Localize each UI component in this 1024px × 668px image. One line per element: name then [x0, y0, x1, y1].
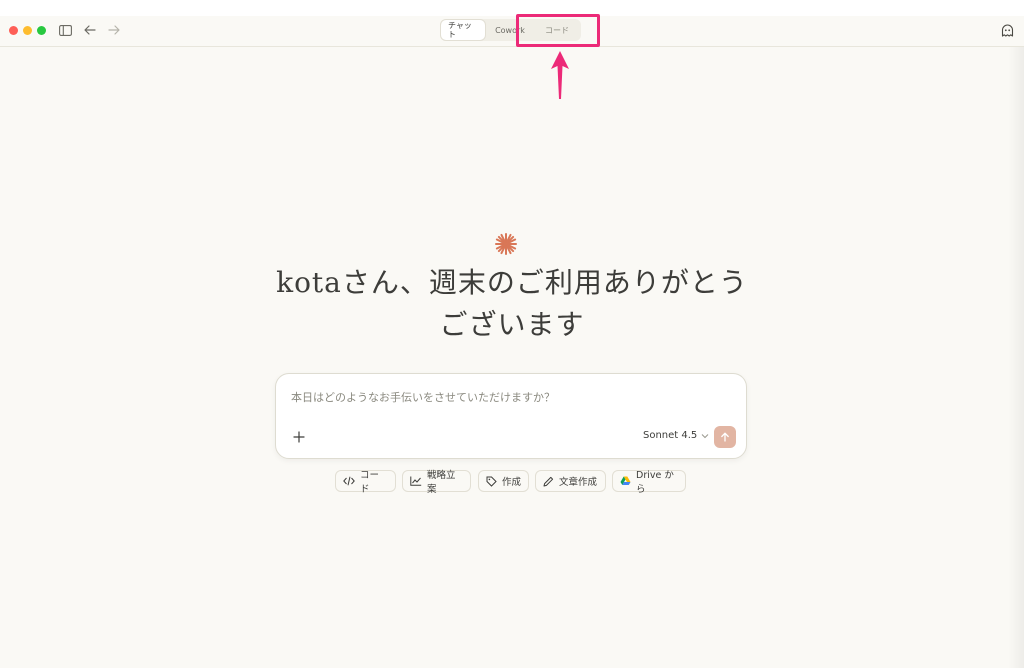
- suggestion-label: 作成: [502, 477, 522, 488]
- sidebar-toggle-icon[interactable]: [57, 22, 73, 38]
- greeting-line-2: ございます: [439, 308, 585, 341]
- tag-icon: [486, 476, 497, 487]
- incognito-ghost-icon[interactable]: [999, 22, 1015, 38]
- message-composer[interactable]: 本日はどのようなお手伝いをさせていただけますか？ Sonnet 4.5: [275, 373, 747, 459]
- chart-icon: [410, 476, 422, 486]
- suggestion-label: 文章作成: [559, 477, 598, 488]
- annotation-arrow-icon: [551, 51, 569, 99]
- chevron-down-icon: [701, 433, 709, 438]
- right-edge-shadow: [1008, 47, 1024, 668]
- forward-arrow-icon[interactable]: [106, 22, 122, 38]
- suggestion-label: Drive から: [636, 470, 674, 495]
- greeting-heading: kotaさん、週末のご利用ありがとう ございます: [212, 262, 812, 346]
- suggestion-chips: コード 戦略立案 作成 文章作成 Drive から: [0, 470, 1024, 495]
- close-window-button[interactable]: [9, 26, 18, 35]
- suggestion-code[interactable]: コード: [335, 470, 396, 495]
- tab-chat[interactable]: チャット: [441, 20, 485, 40]
- window-top-strip: [0, 0, 1024, 16]
- suggestion-label: 戦略立案: [427, 470, 456, 495]
- claude-spark-icon: [495, 233, 517, 255]
- code-icon: [343, 476, 355, 486]
- plus-icon: [293, 431, 305, 443]
- pen-icon: [543, 476, 554, 486]
- suggestion-create[interactable]: 作成: [478, 470, 529, 492]
- suggestion-strategy[interactable]: 戦略立案: [402, 470, 471, 495]
- greeting-line-1: kotaさん、週末のご利用ありがとう: [276, 266, 748, 299]
- arrow-up-icon: [721, 432, 729, 442]
- model-selector[interactable]: Sonnet 4.5: [643, 430, 709, 441]
- suggestion-write[interactable]: 文章作成: [535, 470, 606, 492]
- minimize-window-button[interactable]: [23, 26, 32, 35]
- add-attachment-button[interactable]: [291, 429, 307, 445]
- send-button[interactable]: [714, 426, 736, 448]
- model-name: Sonnet 4.5: [643, 430, 698, 441]
- message-input[interactable]: 本日はどのようなお手伝いをさせていただけますか？: [291, 389, 555, 405]
- back-arrow-icon[interactable]: [82, 22, 98, 38]
- suggestion-drive[interactable]: Drive から: [612, 470, 686, 495]
- google-drive-icon: [620, 476, 631, 485]
- suggestion-label: コード: [360, 470, 380, 495]
- zoom-window-button[interactable]: [37, 26, 46, 35]
- highlight-annotation-box: [516, 14, 600, 47]
